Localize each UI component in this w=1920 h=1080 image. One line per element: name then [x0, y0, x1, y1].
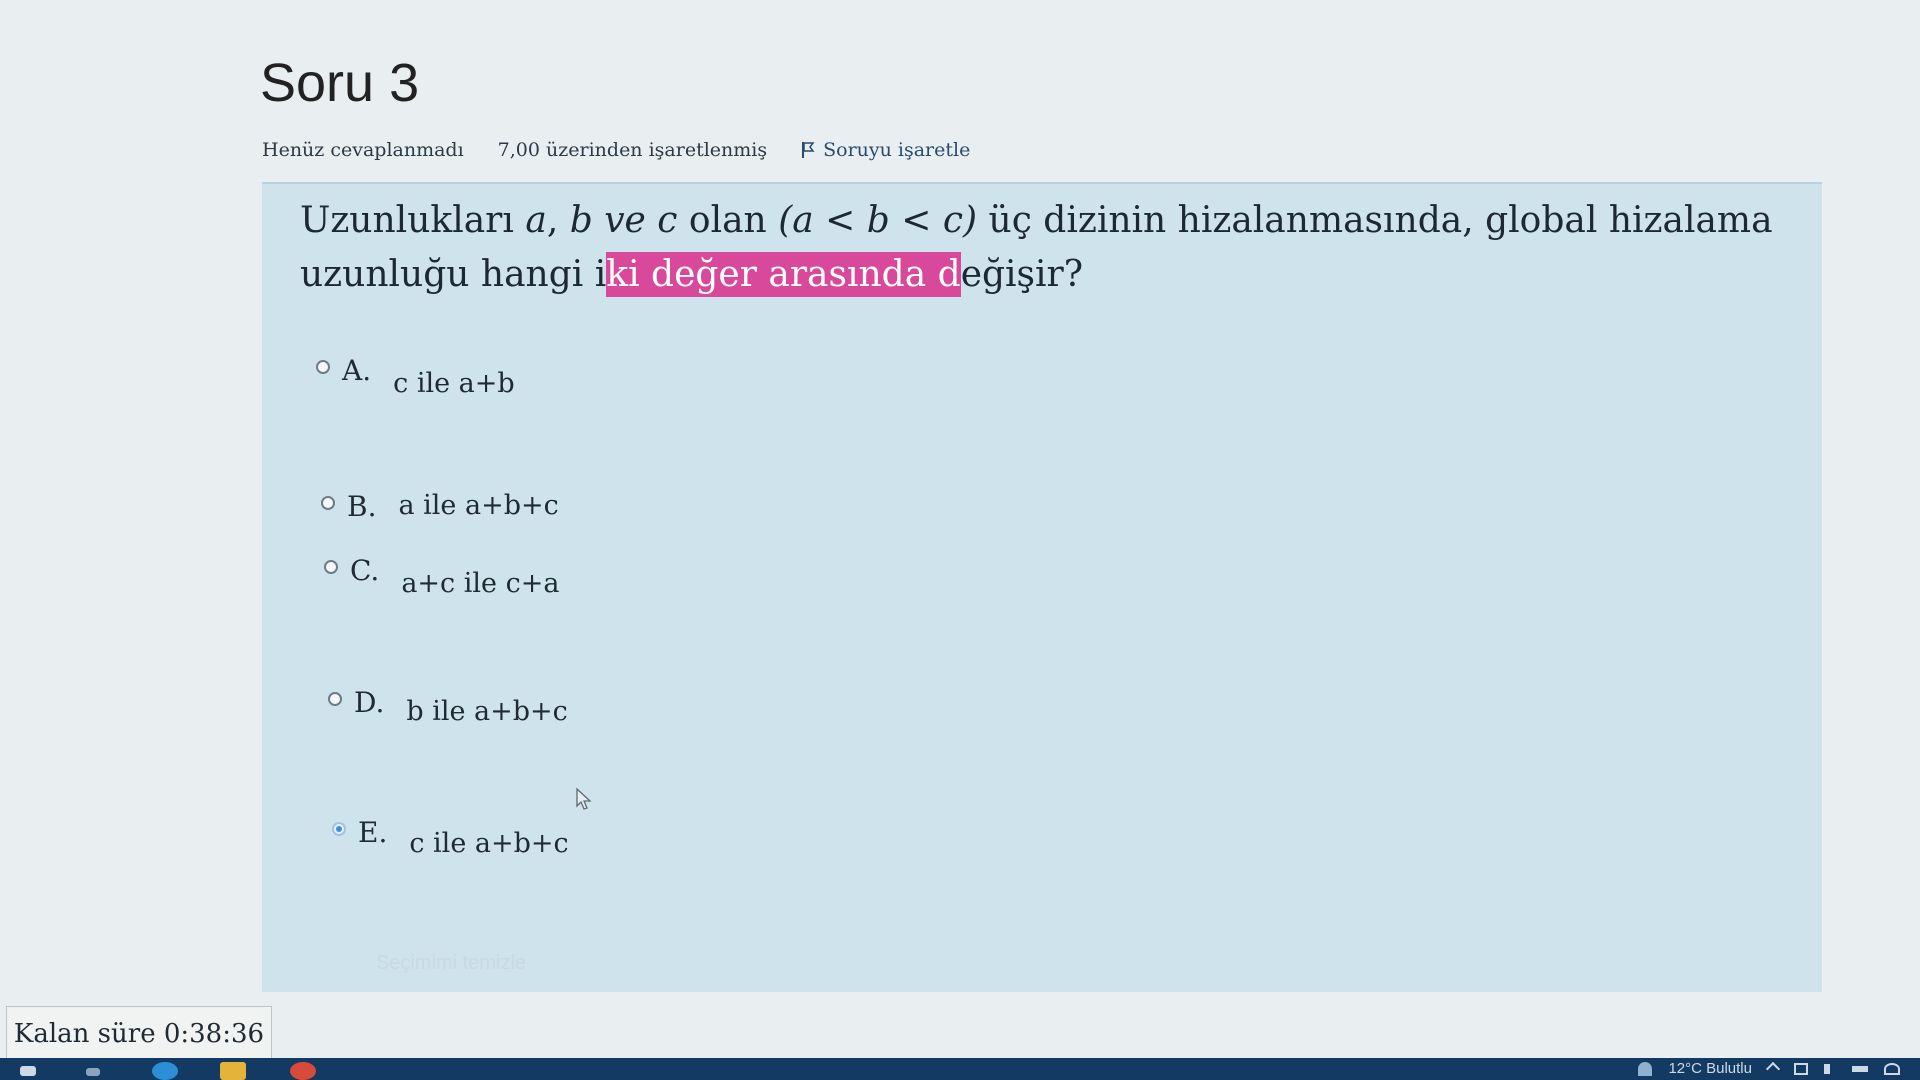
question-title: Soru 3 [260, 53, 420, 113]
question-text-part: Uzunlukları [300, 200, 526, 241]
weather-text[interactable]: 12°C Bulutlu [1668, 1060, 1752, 1077]
question-marks: 7,00 üzerinden işaretlenmiş [497, 139, 768, 161]
answer-text: a ile a+b+c [398, 490, 559, 521]
answer-letter: B. [347, 490, 377, 523]
answer-option-e[interactable]: E. c ile a+b+c [332, 816, 569, 859]
question-card: Uzunlukları a, b ve c olan (a < b < c) ü… [262, 182, 1822, 992]
answer-option-d[interactable]: D. b ile a+b+c [328, 686, 568, 727]
answer-letter: C. [350, 554, 380, 587]
taskbar: 12°C Bulutlu [0, 1058, 1920, 1080]
radio-button[interactable] [328, 692, 342, 706]
flag-question-label: Soruyu işaretle [823, 139, 971, 161]
answer-text: c ile a+b [393, 368, 515, 399]
radio-button[interactable] [321, 496, 335, 510]
highlighted-text: ki değer arasında d [606, 252, 961, 297]
question-status: Henüz cevaplanmadı [262, 139, 464, 161]
answer-text: b ile a+b+c [406, 696, 568, 727]
system-tray: 12°C Bulutlu [1638, 1060, 1900, 1077]
battery-icon[interactable] [1794, 1062, 1808, 1075]
flag-icon [802, 142, 815, 158]
radio-button[interactable] [324, 560, 338, 574]
question-condition: (a < b < c) [778, 200, 978, 241]
edge-browser-icon[interactable] [152, 1062, 178, 1080]
question-text: Uzunlukları a, b ve c olan (a < b < c) ü… [300, 194, 1780, 302]
answer-option-b[interactable]: B. a ile a+b+c [321, 490, 559, 523]
chrome-browser-icon[interactable] [290, 1062, 316, 1080]
question-text-part: eğişir? [960, 254, 1084, 295]
variable-a: a [525, 200, 547, 241]
variable-b: b [569, 200, 593, 241]
question-text-comma: , [546, 200, 570, 241]
remaining-time: Kalan süre 0:38:36 [6, 1006, 272, 1062]
flag-question-link[interactable]: Soruyu işaretle [801, 139, 970, 161]
question-text-olan: olan [677, 200, 779, 241]
question-info: Henüz cevaplanmadı 7,00 üzerinden işaret… [262, 130, 970, 170]
keyboard-icon[interactable] [1852, 1065, 1868, 1072]
radio-button[interactable] [316, 360, 330, 374]
question-text-ve-c: ve c [592, 200, 678, 241]
wifi-icon[interactable] [1884, 1062, 1900, 1075]
radio-button-selected[interactable] [332, 822, 346, 836]
weather-cloud-icon [1638, 1061, 1653, 1076]
volume-icon[interactable] [1824, 1063, 1836, 1074]
search-icon[interactable] [86, 1068, 100, 1076]
answer-option-a[interactable]: A. c ile a+b [316, 354, 515, 399]
file-explorer-icon[interactable] [220, 1062, 246, 1080]
windows-start-icon[interactable] [20, 1066, 36, 1076]
mouse-cursor-icon [576, 787, 592, 810]
chevron-up-icon[interactable] [1765, 1061, 1781, 1076]
answer-text: c ile a+b+c [409, 828, 569, 859]
answer-text: a+c ile c+a [401, 568, 560, 599]
answer-letter: A. [342, 354, 372, 387]
clear-choice-link[interactable]: Seçimimi temizle [376, 952, 526, 975]
answer-letter: E. [358, 816, 388, 849]
answer-letter: D. [354, 686, 385, 719]
answer-option-c[interactable]: C. a+c ile c+a [324, 554, 559, 599]
